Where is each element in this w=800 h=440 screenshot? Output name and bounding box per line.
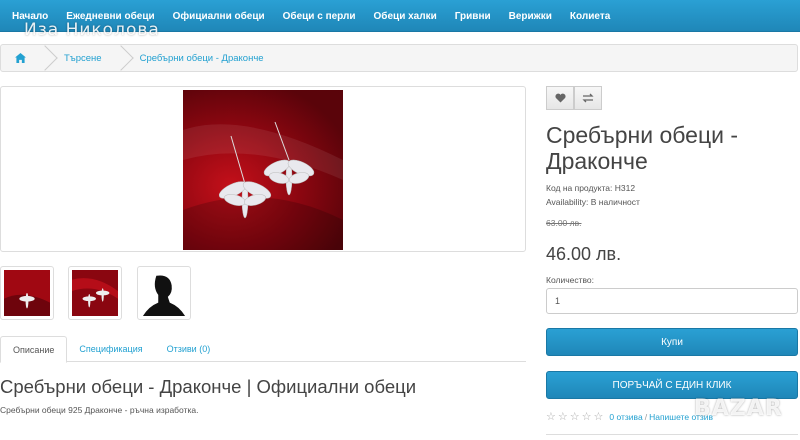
product-availability: Availability: В наличност: [546, 197, 640, 207]
rating-separator: /: [644, 411, 648, 422]
dragonfly-earrings-image: [183, 121, 343, 250]
thumbnail-2[interactable]: [68, 266, 122, 320]
main-image-container[interactable]: [0, 86, 526, 252]
reviews-count-link[interactable]: 0 отзива: [609, 412, 642, 422]
home-icon: [15, 53, 26, 63]
nav-item-formal-earrings[interactable]: Официални обеци: [173, 11, 265, 22]
compare-icon: [582, 93, 594, 103]
nav-item-bracelets[interactable]: Гривни: [455, 11, 491, 22]
nav-item-hoop-earrings[interactable]: Обеци халки: [374, 11, 437, 22]
product-photo[interactable]: [183, 90, 343, 250]
seller-watermark: Иза Николова: [24, 20, 160, 40]
thumbnail-1[interactable]: [0, 266, 54, 320]
star-icon: ☆: [546, 411, 556, 423]
breadcrumb-product-label: Сребърни обеци - Драконче: [139, 52, 264, 64]
old-price: 63.00 лв.: [546, 218, 582, 228]
quantity-input[interactable]: 1: [546, 288, 798, 314]
product-title: Сребърни обеци - Драконче: [546, 122, 739, 174]
star-icon: ☆: [593, 411, 604, 423]
breadcrumb-search[interactable]: Търсене: [40, 45, 116, 71]
tab-description[interactable]: Описание: [0, 336, 68, 363]
thumbnail-image-2: [72, 270, 118, 316]
divider: [546, 434, 798, 435]
thumbnail-3[interactable]: [137, 266, 191, 320]
nav-item-chains[interactable]: Верижки: [509, 11, 552, 22]
breadcrumb-product[interactable]: Сребърни обеци - Драконче: [116, 45, 278, 71]
description-heading: Сребърни обеци - Драконче | Официални об…: [0, 376, 417, 397]
wishlist-button[interactable]: [546, 86, 574, 110]
thumbnail-image-1: [4, 270, 50, 316]
product-tabs: Описание Спецификация Отзиви (0): [0, 336, 526, 363]
product-code: Код на продукта: Н312: [546, 183, 636, 193]
star-icon: ☆: [569, 411, 580, 423]
one-click-order-button[interactable]: ПОРЪЧАЙ С ЕДИН КЛИК: [546, 371, 798, 399]
nav-item-pearl-earrings[interactable]: Обеци с перли: [283, 11, 356, 22]
tab-specification[interactable]: Спецификация: [67, 336, 154, 362]
buy-button[interactable]: Купи: [546, 328, 798, 356]
description-text: Сребърни обеци 925 Драконче - ръчна изра…: [0, 405, 199, 415]
quantity-label: Количество:: [546, 275, 595, 285]
site-watermark: BAZAR: [694, 396, 783, 421]
thumbnail-image-3: [141, 270, 187, 316]
breadcrumb-search-label: Търсене: [64, 52, 102, 64]
tab-reviews[interactable]: Отзиви (0): [155, 336, 223, 362]
star-icon: ☆: [557, 411, 568, 423]
rating-row: ☆ ☆ ☆ ☆ ☆ 0 отзива / Напишете отзив: [546, 410, 713, 423]
heart-icon: [554, 93, 566, 103]
nav-item-necklaces[interactable]: Колиета: [570, 11, 610, 22]
current-price: 46.00 лв.: [546, 244, 622, 264]
star-icon: ☆: [581, 411, 592, 423]
compare-button[interactable]: [574, 86, 602, 110]
breadcrumb: Търсене Сребърни обеци - Драконче: [0, 44, 798, 72]
